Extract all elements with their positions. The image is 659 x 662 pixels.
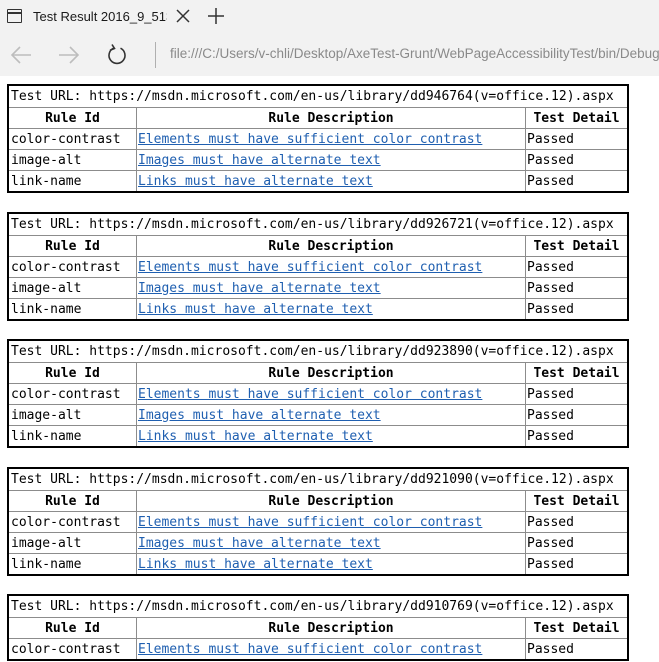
test-detail-header: Test Detail	[525, 363, 627, 383]
table-row: link-name Links must have alternate text…	[9, 553, 627, 574]
table-header-row: Rule Id Rule Description Test Detail	[9, 490, 627, 511]
rule-id: image-alt	[11, 535, 82, 551]
plus-icon[interactable]	[206, 6, 226, 26]
test-url: Test URL: https://msdn.microsoft.com/en-…	[11, 344, 614, 359]
rule-id: color-contrast	[11, 514, 121, 530]
table-row: color-contrast Elements must have suffic…	[9, 256, 627, 277]
rule-description-header: Rule Description	[136, 236, 525, 256]
rule-id-header: Rule Id	[45, 238, 100, 254]
test-detail-header: Test Detail	[525, 491, 627, 511]
rule-description-header: Rule Description	[136, 618, 525, 638]
tab-title: Test Result 2016_9_5134	[33, 9, 167, 24]
rule-id: link-name	[11, 556, 82, 572]
tab-test-result[interactable]: Test Result 2016_9_5134	[0, 0, 200, 34]
test-detail-header: Test Detail	[525, 236, 627, 256]
forward-arrow-icon[interactable]	[57, 43, 81, 67]
report-table: Test URL: https://msdn.microsoft.com/en-…	[7, 594, 629, 661]
rule-description-link[interactable]: Elements must have sufficient color cont…	[138, 132, 482, 147]
rule-description-header: Rule Description	[136, 108, 525, 128]
address-bar[interactable]: file:///C:/Users/v-chli/Desktop/AxeTest-…	[170, 46, 659, 64]
rule-description-header: Rule Description	[136, 363, 525, 383]
table-row: color-contrast Elements must have suffic…	[9, 383, 627, 404]
rule-id: color-contrast	[11, 131, 121, 147]
navigation-bar: file:///C:/Users/v-chli/Desktop/AxeTest-…	[0, 34, 659, 76]
rule-id: image-alt	[11, 407, 82, 423]
rule-description-link[interactable]: Elements must have sufficient color cont…	[138, 260, 482, 275]
rule-description-link[interactable]: Elements must have sufficient color cont…	[138, 387, 482, 402]
report-table: Test URL: https://msdn.microsoft.com/en-…	[7, 212, 629, 321]
report-table: Test URL: https://msdn.microsoft.com/en-…	[7, 339, 629, 448]
tab-strip: Test Result 2016_9_5134	[0, 0, 659, 34]
table-row: image-alt Images must have alternate tex…	[9, 149, 627, 170]
rule-id: color-contrast	[11, 386, 121, 402]
test-detail: Passed	[525, 384, 627, 404]
table-header-row: Rule Id Rule Description Test Detail	[9, 235, 627, 256]
rule-id-header: Rule Id	[45, 365, 100, 381]
rule-description-link[interactable]: Images must have alternate text	[138, 153, 381, 168]
table-row: link-name Links must have alternate text…	[9, 170, 627, 191]
rule-description-link[interactable]: Elements must have sufficient color cont…	[138, 642, 482, 657]
test-detail-header: Test Detail	[525, 108, 627, 128]
test-detail: Passed	[525, 257, 627, 277]
table-header-row: Rule Id Rule Description Test Detail	[9, 362, 627, 383]
rule-description-link[interactable]: Links must have alternate text	[138, 174, 373, 189]
rule-description-link[interactable]: Images must have alternate text	[138, 281, 381, 296]
table-header-row: Rule Id Rule Description Test Detail	[9, 617, 627, 638]
rule-id: link-name	[11, 173, 82, 189]
rule-description-link[interactable]: Images must have alternate text	[138, 408, 381, 423]
address-separator	[155, 42, 156, 68]
test-url: Test URL: https://msdn.microsoft.com/en-…	[11, 217, 614, 232]
rule-id: link-name	[11, 428, 82, 444]
rule-description-link[interactable]: Links must have alternate text	[138, 557, 373, 572]
rule-id: color-contrast	[11, 641, 121, 657]
test-detail: Passed	[525, 639, 627, 659]
rule-description-link[interactable]: Images must have alternate text	[138, 536, 381, 551]
table-row: image-alt Images must have alternate tex…	[9, 404, 627, 425]
rule-description-link[interactable]: Links must have alternate text	[138, 429, 373, 444]
rule-id-header: Rule Id	[45, 110, 100, 126]
table-row: color-contrast Elements must have suffic…	[9, 128, 627, 149]
rule-description-link[interactable]: Links must have alternate text	[138, 302, 373, 317]
test-url: Test URL: https://msdn.microsoft.com/en-…	[11, 472, 614, 487]
rule-id: color-contrast	[11, 259, 121, 275]
rule-description-header: Rule Description	[136, 491, 525, 511]
test-detail: Passed	[525, 512, 627, 532]
table-row: image-alt Images must have alternate tex…	[9, 532, 627, 553]
test-detail: Passed	[525, 171, 627, 191]
refresh-icon[interactable]	[105, 43, 129, 67]
table-row: color-contrast Elements must have suffic…	[9, 638, 627, 659]
page-icon	[7, 9, 22, 23]
rule-id: image-alt	[11, 280, 82, 296]
test-url: Test URL: https://msdn.microsoft.com/en-…	[11, 89, 614, 104]
test-detail: Passed	[525, 554, 627, 574]
back-arrow-icon[interactable]	[9, 43, 33, 67]
test-detail: Passed	[525, 150, 627, 170]
table-row: color-contrast Elements must have suffic…	[9, 511, 627, 532]
page-content: Test URL: https://msdn.microsoft.com/en-…	[0, 76, 659, 662]
test-url: Test URL: https://msdn.microsoft.com/en-…	[11, 599, 614, 614]
table-row: link-name Links must have alternate text…	[9, 425, 627, 446]
table-row: image-alt Images must have alternate tex…	[9, 277, 627, 298]
rule-description-link[interactable]: Elements must have sufficient color cont…	[138, 515, 482, 530]
rule-id: image-alt	[11, 152, 82, 168]
report-table: Test URL: https://msdn.microsoft.com/en-…	[7, 467, 629, 576]
test-detail: Passed	[525, 533, 627, 553]
test-detail: Passed	[525, 299, 627, 319]
close-icon[interactable]	[174, 7, 192, 25]
test-detail-header: Test Detail	[525, 618, 627, 638]
rule-id-header: Rule Id	[45, 620, 100, 636]
test-detail: Passed	[525, 278, 627, 298]
test-detail: Passed	[525, 426, 627, 446]
rule-id: link-name	[11, 301, 82, 317]
rule-id-header: Rule Id	[45, 493, 100, 509]
test-detail: Passed	[525, 129, 627, 149]
test-detail: Passed	[525, 405, 627, 425]
report-table: Test URL: https://msdn.microsoft.com/en-…	[7, 84, 629, 193]
table-header-row: Rule Id Rule Description Test Detail	[9, 107, 627, 128]
table-row: link-name Links must have alternate text…	[9, 298, 627, 319]
